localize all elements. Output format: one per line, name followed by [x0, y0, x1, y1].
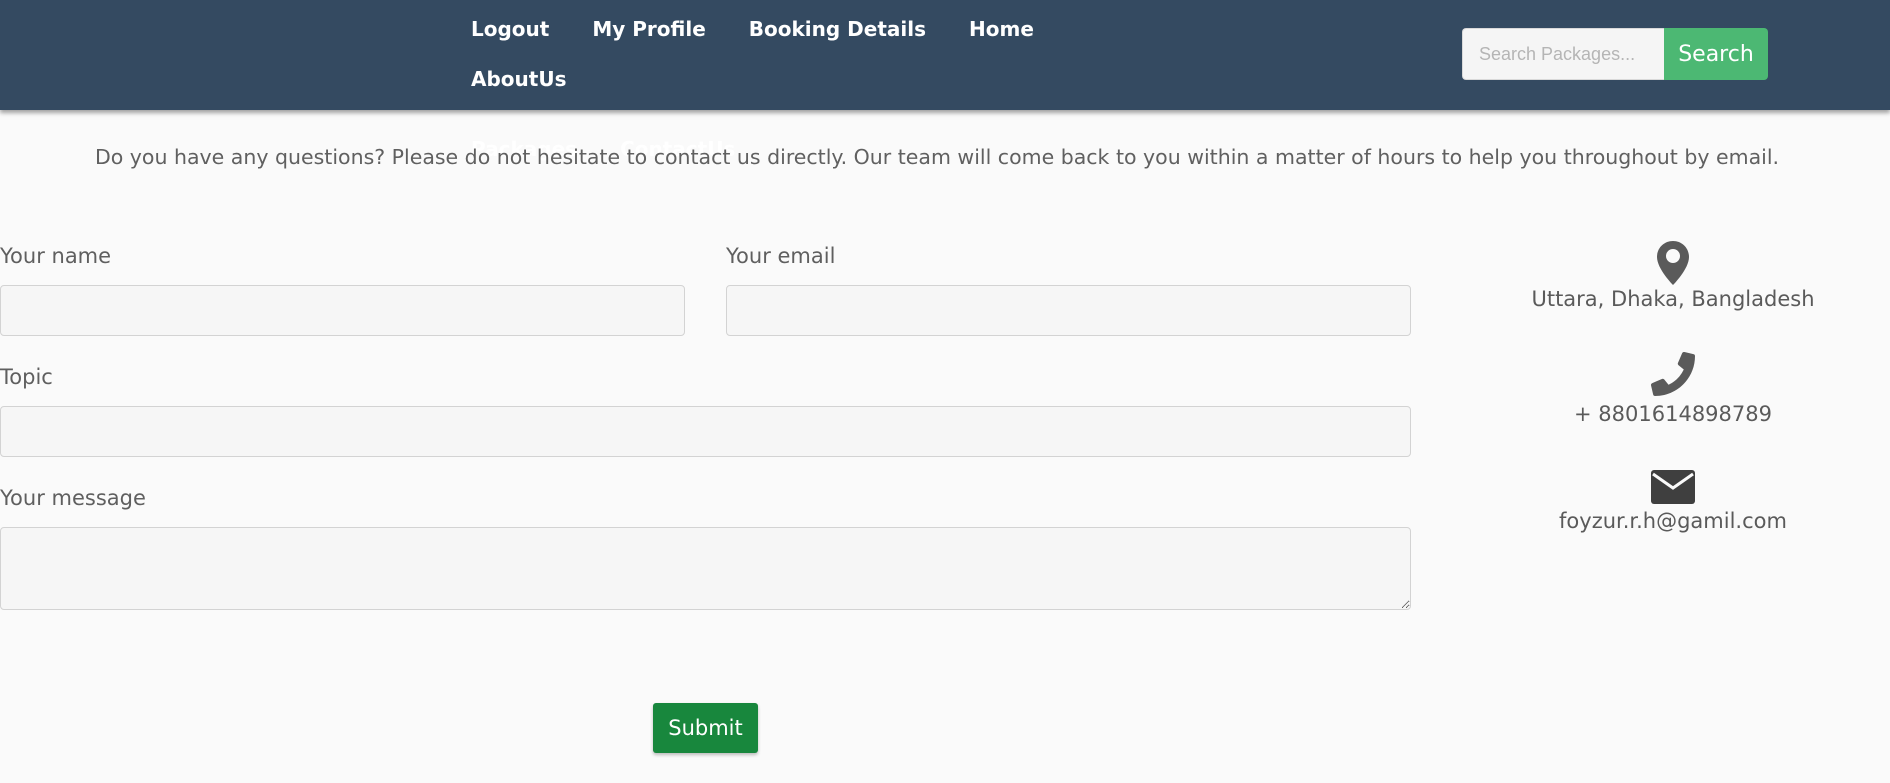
- envelope-icon: [1651, 470, 1695, 504]
- contact-intro-text: Do you have any questions? Please do not…: [94, 145, 1780, 169]
- nav-home-link[interactable]: Home: [969, 14, 1034, 44]
- map-marker-icon: [1657, 241, 1689, 285]
- email-input[interactable]: [726, 285, 1411, 336]
- nav-logout-link[interactable]: Logout: [471, 14, 549, 44]
- submit-button[interactable]: Submit: [653, 703, 758, 753]
- address-block: Uttara, Dhaka, Bangladesh: [1483, 240, 1863, 311]
- address-text: Uttara, Dhaka, Bangladesh: [1531, 287, 1815, 311]
- nav-booking-details-link[interactable]: Booking Details: [749, 14, 926, 44]
- email-text: foyzur.r.h@gamil.com: [1559, 509, 1787, 533]
- phone-text: + 8801614898789: [1574, 402, 1772, 426]
- navbar: Logout My Profile Booking Details Home A…: [0, 0, 1890, 161]
- message-textarea[interactable]: [0, 527, 1411, 610]
- phone-block: + 8801614898789: [1483, 352, 1863, 426]
- name-label: Your name: [0, 244, 112, 268]
- message-label: Your message: [0, 486, 146, 510]
- search-form: Search: [1462, 28, 1768, 80]
- name-input[interactable]: [0, 285, 685, 336]
- search-button[interactable]: Search: [1664, 28, 1768, 80]
- email-label: Your email: [726, 244, 836, 268]
- nav-my-profile-link[interactable]: My Profile: [592, 14, 705, 44]
- email-block: foyzur.r.h@gamil.com: [1483, 470, 1863, 533]
- topic-label: Topic: [0, 365, 53, 389]
- search-input[interactable]: [1462, 28, 1664, 80]
- nav-links: Logout My Profile Booking Details Home A…: [471, 14, 1151, 164]
- topic-input[interactable]: [0, 406, 1411, 457]
- phone-icon: [1651, 352, 1695, 396]
- nav-aboutus-link[interactable]: AboutUs: [471, 64, 566, 94]
